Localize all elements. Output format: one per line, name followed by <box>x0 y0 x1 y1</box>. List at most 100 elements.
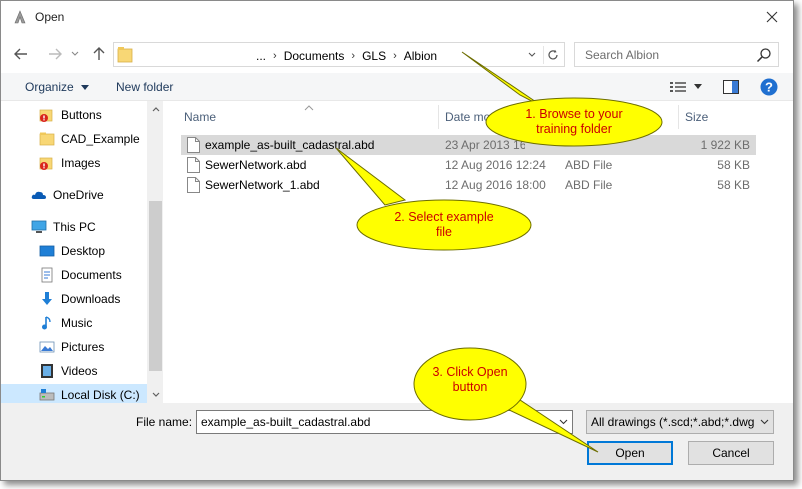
callout-2-line: 2. Select example <box>394 210 494 224</box>
file-name: example_as-built_cadastral.abd <box>205 138 375 152</box>
breadcrumb: ... › Documents › GLS › Albion <box>256 48 437 64</box>
file-size: 58 KB <box>717 158 750 172</box>
computer-icon <box>31 219 47 235</box>
breadcrumb-overflow[interactable]: ... <box>256 49 266 63</box>
arrow-right-icon <box>49 48 62 60</box>
column-divider[interactable] <box>678 105 679 129</box>
search-icon[interactable] <box>756 47 772 63</box>
nav-item-label: Local Disk (C:) <box>61 388 140 402</box>
nav-item-label: Music <box>61 316 93 330</box>
breadcrumb-documents[interactable]: Documents <box>284 49 345 63</box>
cancel-button[interactable]: Cancel <box>688 441 774 465</box>
help-icon: ? <box>760 78 778 96</box>
file-type: ABD File <box>565 158 613 172</box>
open-button[interactable]: Open <box>587 441 673 465</box>
file-icon <box>187 137 200 153</box>
file-icon <box>187 177 200 193</box>
nav-item-cad-example[interactable]: CAD_Example <box>1 128 147 150</box>
file-type-filter-value: All drawings (*.scd;*.abd;*.dwg; <box>591 415 758 429</box>
nav-item-label: Videos <box>61 364 98 378</box>
callout-1-line: training folder <box>536 122 612 136</box>
file-row-example-as-built[interactable]: example_as-built_cadastral.abd 23 Apr 20… <box>181 135 756 155</box>
organize-menu[interactable]: Organize <box>25 80 90 94</box>
callout-1-line: 1. Browse to your <box>525 107 623 121</box>
view-options-dropdown[interactable] <box>691 77 705 97</box>
nav-item-images[interactable]: Images <box>1 152 147 174</box>
file-date: 23 Apr 2013 16:0 <box>445 138 525 152</box>
file-name-dropdown[interactable] <box>554 411 572 433</box>
address-dropdown-button[interactable] <box>524 47 540 63</box>
file-name: SewerNetwork_1.abd <box>205 178 320 192</box>
help-button[interactable]: ? <box>758 77 780 97</box>
close-button[interactable] <box>757 5 787 29</box>
nav-item-label: Downloads <box>61 292 121 306</box>
svg-text:?: ? <box>765 80 773 95</box>
nav-item-downloads[interactable]: Downloads <box>1 288 147 310</box>
search-input[interactable]: Search Albion <box>585 48 659 62</box>
window-title: Open <box>35 10 65 24</box>
music-icon <box>39 315 55 331</box>
refresh-button[interactable] <box>543 46 561 64</box>
file-name-input[interactable]: example_as-built_cadastral.abd <box>201 415 370 429</box>
column-header-name[interactable]: Name <box>184 105 434 129</box>
nav-item-local-disk[interactable]: Local Disk (C:) <box>1 384 147 403</box>
nav-item-label: Buttons <box>61 108 102 122</box>
breadcrumb-separator-icon[interactable]: › <box>386 50 404 62</box>
chevron-down-icon <box>694 84 702 89</box>
nav-item-label: This PC <box>53 220 96 234</box>
breadcrumb-separator-icon[interactable]: › <box>344 50 362 62</box>
file-row-sewernetwork[interactable]: SewerNetwork.abd 12 Aug 2016 12:24 ABD F… <box>181 155 756 175</box>
breadcrumb-gls[interactable]: GLS <box>362 49 386 63</box>
navigation-scrollbar[interactable] <box>147 101 163 403</box>
folder-alert-icon <box>39 155 55 171</box>
search-box[interactable]: Search Albion <box>574 42 779 67</box>
callout-3-line: button <box>452 380 488 394</box>
file-type-filter[interactable]: All drawings (*.scd;*.abd;*.dwg; <box>586 410 774 434</box>
drive-icon <box>39 387 55 403</box>
callout-2-line: file <box>436 225 452 239</box>
up-button[interactable] <box>89 43 109 65</box>
refresh-icon <box>547 49 558 60</box>
file-name: SewerNetwork.abd <box>205 158 307 172</box>
file-type-dropdown[interactable] <box>755 411 773 433</box>
file-date: 12 Aug 2016 18:00 <box>445 178 546 192</box>
nav-item-label: CAD_Example <box>61 132 140 146</box>
change-view-button[interactable] <box>668 77 688 97</box>
dialog-footer: File name: example_as-built_cadastral.ab… <box>1 403 793 480</box>
forward-button[interactable] <box>45 43 65 65</box>
address-bar[interactable]: ... › Documents › GLS › Albion <box>113 42 565 67</box>
column-size-label: Size <box>685 110 709 124</box>
nav-item-this-pc[interactable]: This PC <box>1 216 147 238</box>
arrow-up-icon <box>93 47 105 60</box>
nav-item-documents[interactable]: Documents <box>1 264 147 286</box>
documents-icon <box>39 267 55 283</box>
recent-locations-button[interactable] <box>65 43 85 65</box>
sort-ascending-icon <box>304 105 314 111</box>
column-header-size[interactable]: Size <box>685 105 755 129</box>
nav-item-videos[interactable]: Videos <box>1 360 147 382</box>
scroll-up-button[interactable] <box>147 101 163 118</box>
scroll-thumb[interactable] <box>149 201 162 371</box>
nav-item-desktop[interactable]: Desktop <box>1 240 147 262</box>
scroll-down-button[interactable] <box>147 386 163 403</box>
back-button[interactable] <box>11 43 31 65</box>
videos-icon <box>39 363 55 379</box>
nav-item-music[interactable]: Music <box>1 312 147 334</box>
file-list: Name Date mo Type Size example_as-built_… <box>164 101 793 403</box>
new-folder-button[interactable]: New folder <box>116 80 173 94</box>
nav-item-pictures[interactable]: Pictures <box>1 336 147 358</box>
organize-label: Organize <box>25 80 74 94</box>
details-view-icon <box>670 82 686 92</box>
nav-item-label: OneDrive <box>53 188 104 202</box>
breadcrumb-albion[interactable]: Albion <box>404 49 437 63</box>
app-icon <box>14 10 26 24</box>
file-row-sewernetwork-1[interactable]: SewerNetwork_1.abd 12 Aug 2016 18:00 ABD… <box>181 175 756 195</box>
column-divider[interactable] <box>438 105 439 129</box>
breadcrumb-separator-icon[interactable]: › <box>266 50 284 62</box>
preview-pane-button[interactable] <box>721 77 741 97</box>
file-name-field[interactable]: example_as-built_cadastral.abd <box>196 410 573 434</box>
nav-item-label: Desktop <box>61 244 106 258</box>
nav-item-onedrive[interactable]: OneDrive <box>1 184 147 206</box>
nav-item-buttons[interactable]: Buttons <box>1 104 147 126</box>
close-icon <box>766 11 778 23</box>
